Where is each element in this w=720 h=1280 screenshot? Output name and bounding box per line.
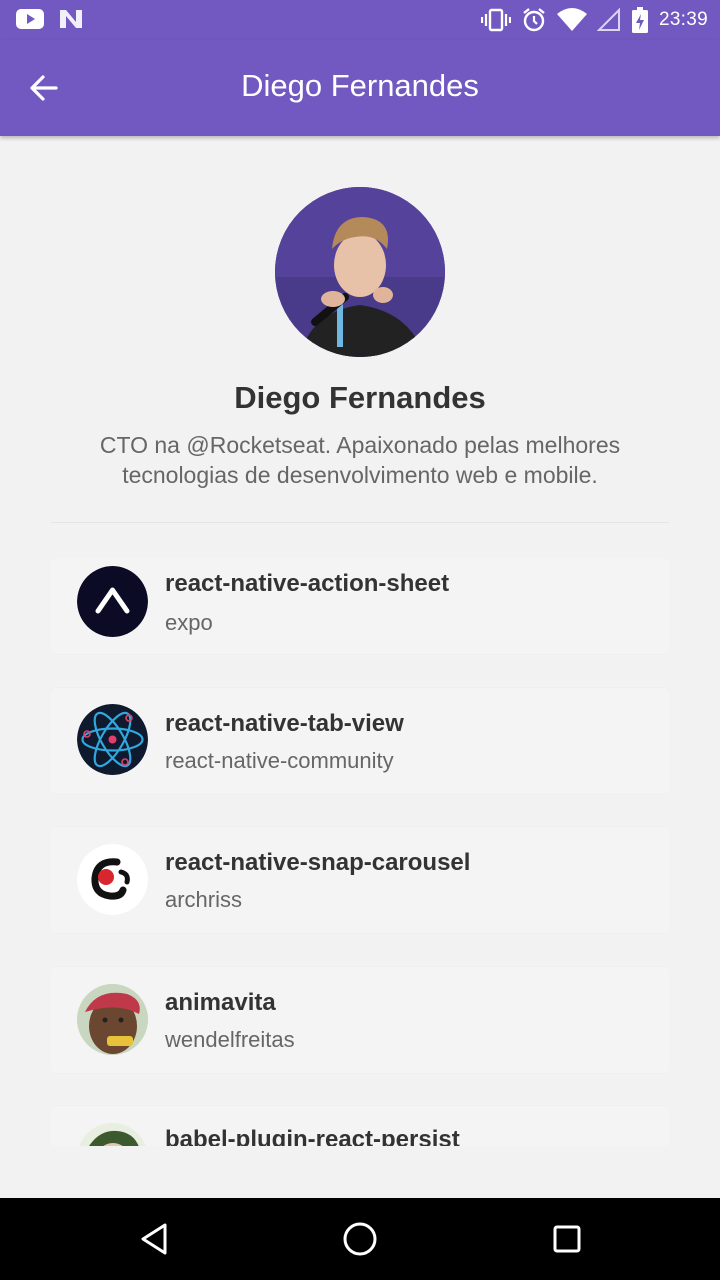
wifi-icon (556, 8, 587, 31)
profile-content[interactable]: Diego Fernandes CTO na @Rocketseat. Apai… (0, 136, 720, 1198)
repository-name: react-native-tab-view (165, 710, 404, 737)
nav-back-button[interactable] (131, 1216, 177, 1262)
recents-square-icon (553, 1225, 581, 1253)
avatar-photo (77, 1123, 148, 1146)
repository-card[interactable]: react-native-snap-carousel archriss (51, 827, 669, 933)
repository-owner-logo (77, 704, 148, 775)
status-time: 23:39 (658, 9, 708, 30)
react-logo (77, 704, 148, 775)
repository-card[interactable]: react-native-tab-view react-native-commu… (51, 688, 669, 794)
alarm-icon (523, 8, 545, 32)
signal-icon (596, 8, 620, 31)
navigation-bar (0, 1198, 720, 1280)
repository-owner-logo (77, 984, 148, 1055)
avatar-photo (275, 187, 445, 357)
repository-owner-logo (77, 1123, 148, 1146)
page-title: Diego Fernandes (241, 68, 479, 103)
nav-recents-button[interactable] (544, 1216, 590, 1262)
divider (51, 522, 669, 523)
repository-card[interactable]: animavita wendelfreitas (51, 967, 669, 1073)
repository-name: animavita (165, 989, 276, 1016)
nav-home-button[interactable] (337, 1216, 383, 1262)
profile-name: Diego Fernandes (234, 380, 486, 415)
n-icon (60, 10, 82, 28)
repository-name: react-native-action-sheet (165, 570, 450, 597)
expo-logo (77, 566, 148, 637)
youtube-icon (16, 9, 44, 29)
repository-owner: archriss (165, 887, 243, 912)
repository-card[interactable]: react-native-action-sheet expo (51, 558, 669, 654)
app-bar: Diego Fernandes (0, 40, 720, 136)
avatar-photo (77, 984, 148, 1055)
repository-name: react-native-snap-carousel (165, 849, 471, 876)
repository-owner: expo (165, 610, 213, 635)
profile-avatar (275, 187, 445, 357)
repository-owner-logo (77, 844, 148, 915)
archriss-logo (77, 844, 148, 915)
home-circle-icon (343, 1222, 377, 1256)
repository-owner: react-native-community (165, 748, 394, 773)
profile-bio: CTO na @Rocketseat. Apaixonado pelas mel… (99, 432, 621, 488)
status-bar: 23:39 (0, 0, 720, 40)
repository-card[interactable]: babel-plugin-react-persist (51, 1106, 669, 1146)
battery-icon (631, 7, 648, 33)
back-triangle-icon (141, 1223, 167, 1255)
repository-owner-logo (77, 566, 148, 637)
repository-owner: wendelfreitas (165, 1027, 295, 1052)
repository-list[interactable]: react-native-action-sheet expo react-nat… (51, 558, 669, 1146)
vibrate-icon (480, 8, 511, 32)
repository-name: babel-plugin-react-persist (165, 1126, 460, 1146)
